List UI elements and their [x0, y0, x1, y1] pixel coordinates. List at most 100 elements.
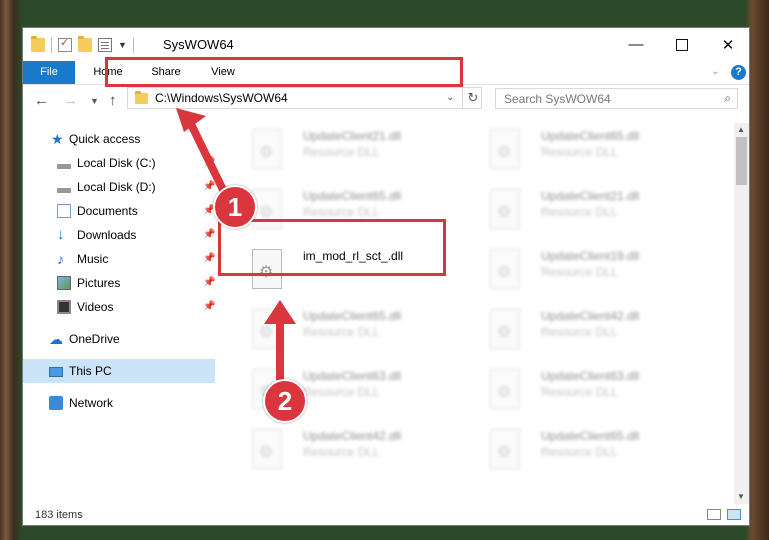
- sidebar-item-label: Music: [77, 252, 109, 266]
- file-type: Resource DLL: [303, 205, 380, 219]
- drive-icon: [57, 180, 71, 194]
- toolbar-divider: [132, 37, 134, 53]
- sidebar-item-music[interactable]: ♪ Music 📌: [23, 247, 215, 271]
- dll-file-icon: [490, 369, 520, 409]
- dll-file-icon: [252, 309, 282, 349]
- details-view-icon[interactable]: [707, 509, 721, 520]
- file-type: Resource DLL: [303, 445, 380, 459]
- file-type: Resource DLL: [303, 325, 380, 339]
- sidebar-item-this-pc[interactable]: This PC: [23, 359, 215, 383]
- pin-icon[interactable]: 📌: [203, 247, 215, 271]
- dll-file-icon: [252, 129, 282, 169]
- pin-icon[interactable]: 📌: [203, 223, 215, 247]
- file-item[interactable]: UpdateClient42.dll Resource DLL: [240, 423, 470, 479]
- file-item[interactable]: UpdateClient65.dll Resource DLL: [478, 123, 708, 179]
- file-item[interactable]: UpdateClient65.dll Resource DLL: [478, 423, 708, 479]
- drive-icon: [57, 156, 71, 170]
- new-folder-icon[interactable]: [78, 36, 92, 52]
- file-item[interactable]: UpdateClient21.dll Resource DLL: [240, 123, 470, 179]
- quick-access-toolbar: ▼: [31, 36, 134, 53]
- help-icon[interactable]: ?: [731, 65, 746, 80]
- network-icon: [49, 396, 63, 410]
- sidebar-item-label: Network: [69, 396, 114, 410]
- dll-file-icon: [490, 129, 520, 169]
- sidebar-item-pictures[interactable]: Pictures 📌: [23, 271, 215, 295]
- cloud-icon: ☁: [49, 331, 63, 347]
- sidebar-item-local-disk-d[interactable]: Local Disk (D:) 📌: [23, 175, 215, 199]
- search-input[interactable]: Search SysWOW64 ⌕: [495, 88, 738, 109]
- file-explorer-window: ▼ SysWOW64 — ✕ File Home Share View ⌄ ? …: [22, 27, 750, 526]
- sidebar-item-quick-access[interactable]: ★ Quick access: [23, 127, 215, 151]
- toolbar-divider: [51, 37, 52, 53]
- properties-icon[interactable]: [58, 36, 72, 52]
- downloads-icon: ↓: [57, 226, 65, 243]
- address-history-icon[interactable]: ⌄: [446, 92, 454, 103]
- scroll-down-icon[interactable]: ▼: [737, 492, 745, 501]
- close-icon: ✕: [721, 36, 735, 54]
- pin-icon[interactable]: 📌: [203, 175, 215, 199]
- minimize-icon: —: [628, 36, 644, 53]
- file-item[interactable]: UpdateClient65.dll Resource DLL: [240, 303, 470, 359]
- sidebar-item-label: Quick access: [69, 132, 141, 146]
- file-type: Resource DLL: [541, 385, 618, 399]
- file-name: UpdateClient63.dll: [541, 369, 640, 383]
- documents-icon: [57, 204, 71, 218]
- file-name: UpdateClient65.dll: [303, 189, 402, 203]
- file-item[interactable]: UpdateClient42.dll Resource DLL: [478, 303, 708, 359]
- refresh-icon[interactable]: ↻: [462, 88, 483, 108]
- recent-locations-icon[interactable]: ▼: [90, 96, 99, 106]
- file-item[interactable]: UpdateClient19.dll Resource DLL: [478, 243, 708, 299]
- minimize-button[interactable]: —: [613, 28, 659, 61]
- vertical-scrollbar[interactable]: ▲ ▼: [734, 123, 749, 504]
- file-type: Resource DLL: [541, 205, 618, 219]
- file-list: UpdateClient21.dll Resource DLL UpdateCli…: [228, 123, 728, 493]
- status-bar: 183 items: [23, 504, 749, 525]
- tab-file[interactable]: File: [23, 61, 75, 84]
- sidebar-item-label: Videos: [77, 300, 114, 314]
- back-button[interactable]: ←: [34, 92, 49, 109]
- sidebar-item-documents[interactable]: Documents 📌: [23, 199, 215, 223]
- file-type: Resource DLL: [541, 445, 618, 459]
- sidebar-item-downloads[interactable]: ↓ Downloads 📌: [23, 223, 215, 247]
- sidebar-item-network[interactable]: Network: [23, 391, 215, 415]
- address-path[interactable]: C:\Windows\SysWOW64: [155, 91, 288, 105]
- large-icons-view-icon[interactable]: [727, 509, 741, 520]
- file-name: UpdateClient65.dll: [303, 309, 402, 323]
- sidebar-item-onedrive[interactable]: ☁ OneDrive: [23, 327, 215, 351]
- sidebar-item-local-disk-c[interactable]: Local Disk (C:) 📌: [23, 151, 215, 175]
- expand-ribbon-icon[interactable]: ⌄: [711, 66, 719, 77]
- file-name: UpdateClient65.dll: [541, 129, 640, 143]
- customize-toolbar-icon[interactable]: ▼: [118, 40, 127, 50]
- up-button[interactable]: ↑: [109, 92, 117, 109]
- navigation-bar: ← → ▼ ↑ C:\Windows\SysWOW64 ⌄ ↻ Search S…: [23, 85, 749, 117]
- sidebar-item-label: OneDrive: [69, 332, 120, 346]
- file-item[interactable]: UpdateClient63.dll Resource DLL: [478, 363, 708, 419]
- sidebar-item-label: Documents: [77, 204, 138, 218]
- sidebar-item-label: Local Disk (D:): [77, 180, 156, 194]
- pin-icon[interactable]: 📌: [203, 151, 215, 175]
- file-type: Resource DLL: [541, 325, 618, 339]
- scroll-up-icon[interactable]: ▲: [737, 125, 745, 134]
- view-options-icon[interactable]: [98, 38, 112, 52]
- star-icon: ★: [51, 131, 64, 147]
- address-bar-highlight: [105, 57, 463, 87]
- address-bar[interactable]: C:\Windows\SysWOW64 ⌄ ↻: [127, 87, 482, 109]
- dll-file-icon: [490, 189, 520, 229]
- videos-icon: [57, 300, 71, 314]
- file-item[interactable]: UpdateClient21.dll Resource DLL: [478, 183, 708, 239]
- pin-icon[interactable]: 📌: [203, 271, 215, 295]
- pin-icon[interactable]: 📌: [203, 295, 215, 319]
- search-icon[interactable]: ⌕: [724, 91, 731, 106]
- forward-button[interactable]: →: [63, 92, 78, 109]
- maximize-button[interactable]: [659, 28, 705, 61]
- file-name: UpdateClient21.dll: [541, 189, 640, 203]
- close-button[interactable]: ✕: [705, 28, 749, 61]
- dll-file-icon: [490, 429, 520, 469]
- item-count: 183 items: [35, 509, 83, 521]
- dll-file-icon: [490, 249, 520, 289]
- sidebar-item-videos[interactable]: Videos 📌: [23, 295, 215, 319]
- music-icon: ♪: [57, 251, 64, 267]
- step-1-badge: 1: [213, 185, 257, 229]
- scrollbar-thumb[interactable]: [736, 137, 747, 185]
- file-type: Resource DLL: [541, 265, 618, 279]
